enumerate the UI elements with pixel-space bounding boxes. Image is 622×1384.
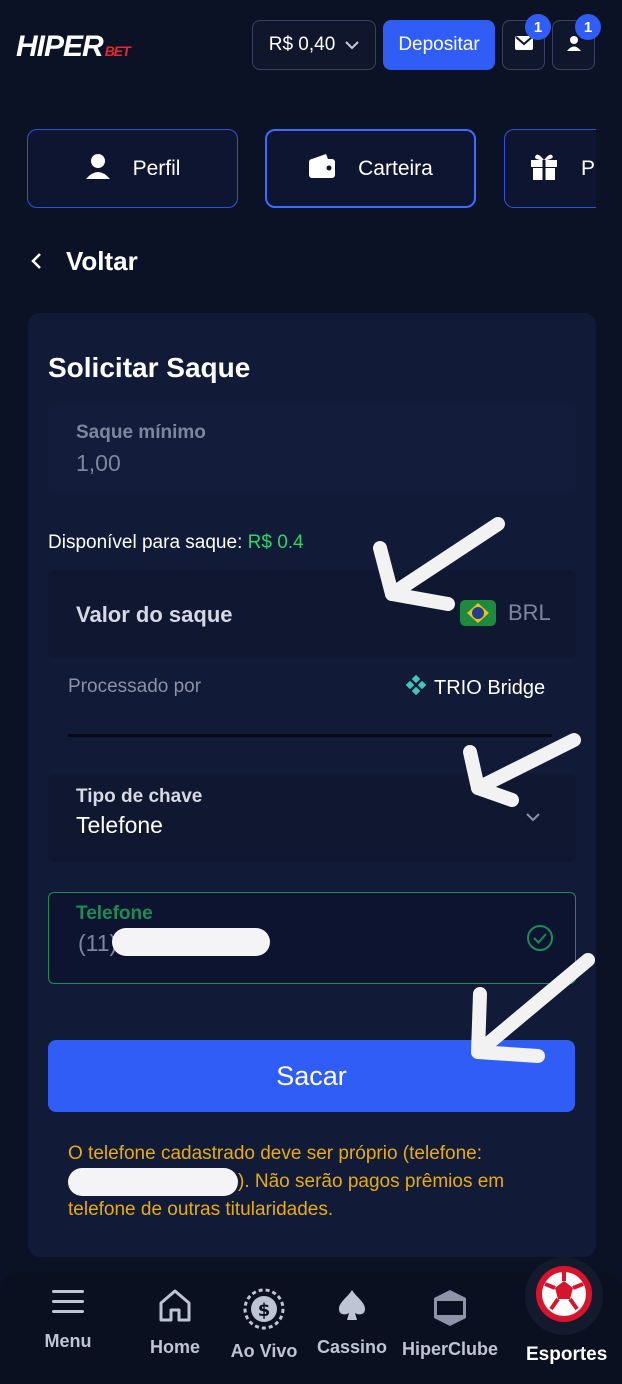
nav-ao-vivo[interactable]: $ Ao Vivo (228, 1288, 300, 1362)
processor-name: TRIO Bridge (434, 676, 546, 699)
messages-badge: 1 (525, 14, 551, 40)
account-badge: 1 (575, 14, 601, 40)
mail-icon (514, 35, 533, 55)
tab-label: Carteira (358, 156, 433, 180)
redacted-phone (112, 928, 270, 956)
processor-info: TRIO Bridge (405, 674, 546, 701)
nav-menu[interactable]: Menu (42, 1288, 94, 1352)
nav-cassino[interactable]: Cassino (316, 1288, 388, 1358)
user-icon (85, 153, 111, 185)
nav-label: Cassino (316, 1337, 388, 1357)
svg-text:$: $ (258, 1300, 271, 1321)
user-icon (566, 35, 582, 56)
home-icon (158, 1288, 192, 1327)
available-balance: Disponível para saque: R$ 0.4 (48, 532, 304, 554)
nav-esportes-label: Esportes (526, 1344, 608, 1365)
key-type-value: Telefone (76, 812, 163, 838)
min-withdraw-label: Saque mínimo (76, 422, 206, 443)
gift-icon (529, 151, 559, 187)
key-type-label: Tipo de chave (76, 786, 203, 807)
tab-label: Perfil (132, 156, 181, 180)
tab-promocoes-inner: Pr (504, 129, 596, 208)
deposit-button[interactable]: Depositar (383, 20, 495, 70)
chevron-down-icon (522, 806, 544, 833)
nav-label: Menu (44, 1331, 92, 1351)
available-label: Disponível para saque: (48, 532, 243, 553)
balance-dropdown[interactable]: R$ 0,40 (252, 20, 376, 70)
spade-icon (337, 1288, 367, 1327)
hiperbet-logo[interactable]: HIPER BET (16, 30, 131, 64)
withdraw-amount-placeholder: Valor do saque (76, 602, 233, 627)
nav-esportes[interactable] (525, 1257, 603, 1335)
redacted-phone-note (68, 1168, 238, 1196)
check-circle-icon (526, 924, 554, 957)
min-withdraw-field (48, 406, 576, 490)
trio-bridge-icon (405, 674, 427, 701)
nav-label: Home (149, 1337, 200, 1357)
nav-hiperclube[interactable]: HiperClube (398, 1288, 502, 1360)
nav-home[interactable]: Home (148, 1288, 202, 1358)
nav-label: HiperClube (401, 1339, 498, 1359)
balance-value: R$ 0,40 (268, 34, 336, 55)
tab-promocoes[interactable]: Pr (504, 129, 596, 208)
menu-icon (51, 1288, 85, 1321)
withdraw-submit-button[interactable]: Sacar (48, 1040, 575, 1112)
hiperclube-icon (430, 1288, 470, 1333)
live-coin-icon: $ (243, 1288, 285, 1335)
tab-perfil[interactable]: Perfil (27, 129, 238, 208)
page-title: Solicitar Saque (48, 352, 251, 383)
divider (68, 734, 552, 737)
tab-label: Pr (581, 156, 596, 180)
currency-indicator: BRL (460, 600, 551, 626)
phone-ownership-note: O telefone cadastrado deve ser próprio (… (68, 1140, 558, 1224)
soccer-ball-icon (535, 1265, 593, 1328)
logo-sub-text: BET (104, 43, 131, 59)
phone-label: Telefone (76, 903, 153, 924)
tab-carteira[interactable]: Carteira (265, 129, 476, 208)
logo-main-text: HIPER (16, 30, 104, 63)
available-amount: R$ 0.4 (247, 532, 304, 553)
min-withdraw-value: 1,00 (76, 450, 121, 476)
back-label: Voltar (66, 246, 138, 276)
nav-label: Ao Vivo (230, 1341, 298, 1361)
currency-code: BRL (508, 600, 551, 625)
chevron-left-icon (30, 246, 42, 277)
back-link[interactable]: Voltar (30, 246, 138, 277)
note-text-start: O telefone cadastrado deve ser próprio (… (68, 1143, 483, 1164)
processed-by-label: Processado por (68, 676, 202, 697)
wallet-icon (308, 153, 336, 185)
chevron-down-icon (345, 37, 359, 54)
brazil-flag-icon (460, 600, 496, 626)
